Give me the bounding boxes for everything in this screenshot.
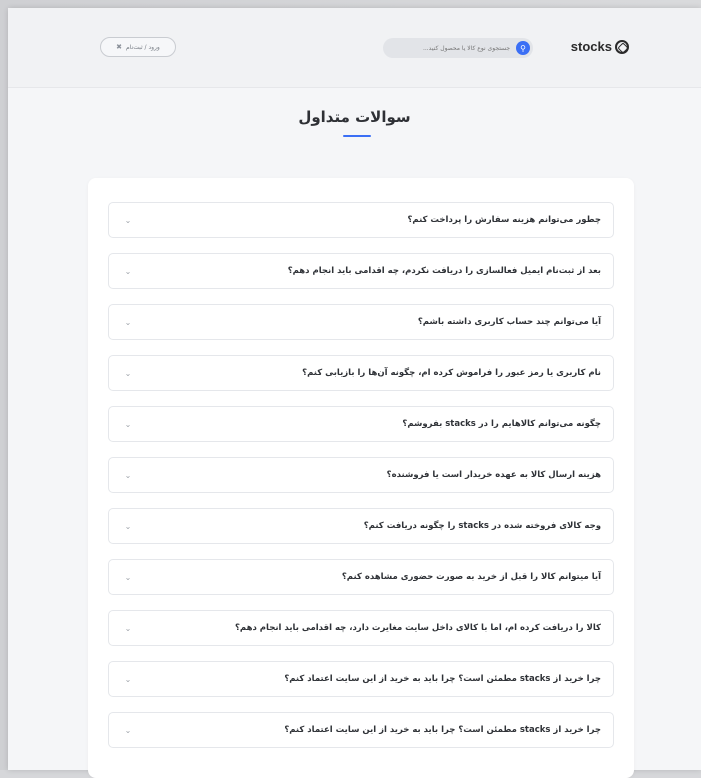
chevron-down-icon[interactable]: ⌄ (123, 216, 133, 225)
window-frame: stocks ⚲ ورود / ثبت‌نام ✖ سوالات متداول … (0, 0, 701, 778)
chevron-down-icon[interactable]: ⌄ (123, 573, 133, 582)
chevron-down-icon[interactable]: ⌄ (123, 420, 133, 429)
search-icon[interactable]: ⚲ (516, 41, 530, 55)
chevron-down-icon[interactable]: ⌄ (123, 522, 133, 531)
faq-question: بعد از ثبت‌نام ایمیل فعالسازی را دریافت … (287, 266, 601, 276)
page: stocks ⚲ ورود / ثبت‌نام ✖ سوالات متداول … (8, 8, 701, 778)
faq-item[interactable]: ⌄ هزینه ارسال کالا به عهده خریدار است یا… (108, 457, 614, 493)
faq-question: چطور می‌توانم هزینه سفارش را پرداخت کنم؟ (407, 215, 601, 225)
search-input[interactable] (386, 44, 511, 52)
title-underline (343, 135, 371, 137)
faq-question: آیا می‌توانم چند حساب کاربری داشته باشم؟ (417, 317, 601, 327)
logo[interactable]: stocks (571, 39, 629, 54)
faq-question: کالا را دریافت کرده ام، اما با کالای داخ… (234, 623, 601, 633)
logo-mark-icon (615, 39, 629, 54)
chevron-down-icon[interactable]: ⌄ (123, 369, 133, 378)
chevron-down-icon[interactable]: ⌄ (123, 726, 133, 735)
search-bar: ⚲ (383, 38, 533, 58)
login-button[interactable]: ورود / ثبت‌نام ✖ (100, 37, 176, 57)
faq-list: ⌄ چطور می‌توانم هزینه سفارش را پرداخت کن… (108, 202, 614, 763)
page-title: سوالات متداول (298, 108, 411, 126)
chevron-down-icon[interactable]: ⌄ (123, 471, 133, 480)
chevron-down-icon[interactable]: ⌄ (123, 318, 133, 327)
faq-question: وجه کالای فروخته شده در stacks را چگونه … (363, 521, 601, 531)
faq-question: آیا میتوانم کالا را قبل از خرید به صورت … (341, 572, 601, 582)
faq-item[interactable]: ⌄ چطور می‌توانم هزینه سفارش را پرداخت کن… (108, 202, 614, 238)
chevron-down-icon[interactable]: ⌄ (123, 624, 133, 633)
faq-item[interactable]: ⌄ نام کاربری یا رمز عبور را فراموش کرده … (108, 355, 614, 391)
faq-item[interactable]: ⌄ وجه کالای فروخته شده در stacks را چگون… (108, 508, 614, 544)
faq-item[interactable]: ⌄ چگونه می‌توانم کالاهایم را در stacks ب… (108, 406, 614, 442)
faq-question: چگونه می‌توانم کالاهایم را در stacks بفر… (402, 419, 601, 429)
faq-item[interactable]: ⌄ آیا می‌توانم چند حساب کاربری داشته باش… (108, 304, 614, 340)
faq-item[interactable]: ⌄ چرا خرید از stacks مطمئن است؟ چرا باید… (108, 712, 614, 748)
faq-question: چرا خرید از stacks مطمئن است؟ چرا باید ب… (284, 674, 601, 684)
chevron-down-icon[interactable]: ⌄ (123, 675, 133, 684)
faq-card: ⌄ چطور می‌توانم هزینه سفارش را پرداخت کن… (88, 178, 634, 778)
chevron-down-icon[interactable]: ⌄ (123, 267, 133, 276)
faq-item[interactable]: ⌄ آیا میتوانم کالا را قبل از خرید به صور… (108, 559, 614, 595)
logo-text: stocks (570, 39, 612, 54)
header: stocks ⚲ ورود / ثبت‌نام ✖ (8, 8, 701, 88)
faq-item[interactable]: ⌄ کالا را دریافت کرده ام، اما با کالای د… (108, 610, 614, 646)
faq-item[interactable]: ⌄ چرا خرید از stacks مطمئن است؟ چرا باید… (108, 661, 614, 697)
faq-item[interactable]: ⌄ بعد از ثبت‌نام ایمیل فعالسازی را دریاف… (108, 253, 614, 289)
login-label: ورود / ثبت‌نام (126, 43, 160, 51)
user-icon: ✖ (116, 43, 123, 51)
faq-question: چرا خرید از stacks مطمئن است؟ چرا باید ب… (284, 725, 601, 735)
faq-question: هزینه ارسال کالا به عهده خریدار است یا ف… (386, 470, 601, 480)
faq-question: نام کاربری یا رمز عبور را فراموش کرده ام… (302, 368, 601, 378)
